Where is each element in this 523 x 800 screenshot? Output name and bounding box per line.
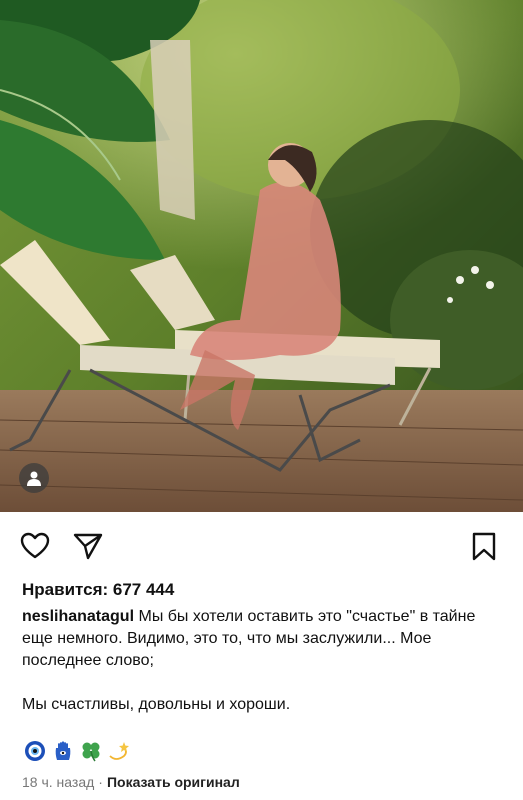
heart-icon[interactable] — [20, 532, 50, 565]
post-caption: neslihanatagul Мы бы хотели оставить это… — [22, 606, 507, 716]
nazar-amulet-icon — [24, 740, 46, 767]
post-action-bar — [0, 512, 523, 576]
user-tag-icon[interactable] — [19, 463, 49, 493]
caption-text-2: Мы счастливы, довольны и хороши. — [22, 696, 291, 713]
hamsa-icon — [52, 740, 74, 767]
caption-emoji-row — [24, 740, 130, 767]
meta-separator: · — [98, 774, 103, 790]
four-leaf-clover-icon — [80, 740, 102, 767]
post-meta: 18 ч. назад · Показать оригинал — [22, 774, 240, 790]
caption-username[interactable]: neslihanatagul — [22, 608, 134, 625]
post-photo[interactable] — [0, 0, 523, 512]
bookmark-icon[interactable] — [471, 532, 497, 567]
likes-count[interactable]: Нравится: 677 444 — [22, 580, 174, 600]
post-image — [0, 0, 523, 512]
dizzy-star-icon — [108, 740, 130, 767]
show-original-link[interactable]: Показать оригинал — [107, 774, 240, 790]
timestamp: 18 ч. назад — [22, 774, 95, 790]
share-paper-plane-icon[interactable] — [73, 532, 103, 565]
